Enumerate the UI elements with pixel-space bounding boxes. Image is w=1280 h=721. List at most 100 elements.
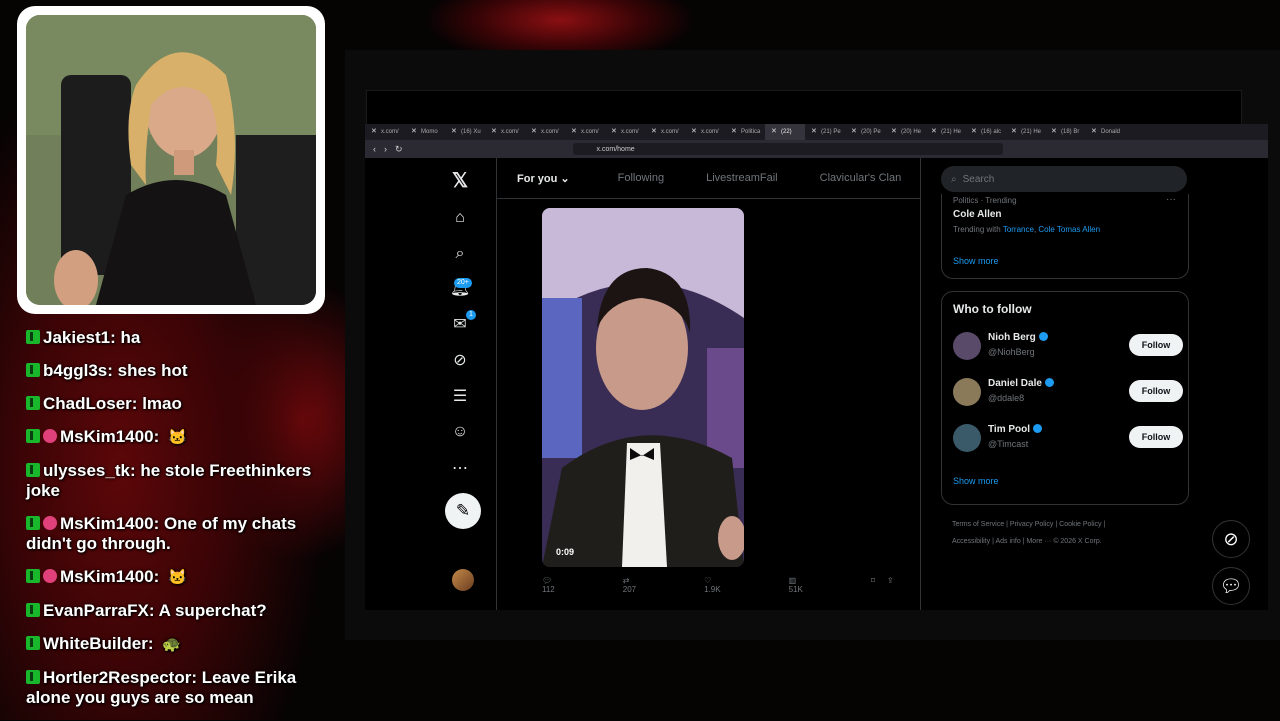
- chat-badge-icon: [26, 330, 40, 344]
- browser-tab[interactable]: ✕ Momo: [405, 124, 445, 140]
- reload-icon[interactable]: ↻: [395, 144, 403, 155]
- tab-favicon-icon: ✕: [451, 128, 457, 135]
- trend-category: Politics · Trending: [953, 196, 1017, 205]
- tab-title: Donald: [1101, 129, 1121, 135]
- follow-button[interactable]: Follow: [1129, 380, 1183, 402]
- tab-favicon-icon: ✕: [931, 128, 937, 135]
- x-app: 𝕏 ⌂ ⌕ 🔔︎ 20+ ✉ 1 ⊘ ☰ ☺ ⋯ ✎ For you ⌄ Fol…: [365, 158, 1268, 610]
- chat-badge-icon: [26, 636, 40, 650]
- account-avatar[interactable]: [452, 569, 474, 591]
- trend-name[interactable]: Cole Allen: [953, 209, 1002, 220]
- browser-tab[interactable]: ✕ (20) Pe: [845, 124, 885, 140]
- tab-title: (18) Br: [1061, 129, 1080, 135]
- browser-tab[interactable]: ✕ (21) Pe: [805, 124, 845, 140]
- views-button[interactable]: ▥ 51K: [789, 576, 837, 594]
- grok-float-button[interactable]: ⊘: [1212, 520, 1250, 558]
- follow-show-more[interactable]: Show more: [953, 476, 999, 486]
- tab-for-you[interactable]: For you ⌄: [517, 172, 570, 185]
- browser-tab[interactable]: ✕ (22): [765, 124, 805, 140]
- user-name-text: Tim Pool: [988, 424, 1031, 435]
- x-logo-icon[interactable]: 𝕏: [448, 168, 472, 192]
- footer-more[interactable]: More ···: [1026, 538, 1051, 545]
- trend-with-label: Trending with: [953, 225, 1001, 234]
- browser-tab[interactable]: ✕ x.com/: [685, 124, 725, 140]
- more-icon[interactable]: ⋯: [448, 456, 472, 480]
- footer-ads[interactable]: Ads info: [995, 538, 1020, 545]
- footer-terms[interactable]: Terms of Service: [952, 521, 1004, 528]
- forward-icon[interactable]: ›: [384, 144, 387, 154]
- tab-following[interactable]: Following: [618, 172, 664, 184]
- like-button[interactable]: ♡ 1.9K: [704, 576, 754, 594]
- tab-favicon-icon: ✕: [851, 128, 857, 135]
- who-to-follow-title: Who to follow: [953, 302, 1032, 316]
- grok-icon[interactable]: ⊘: [448, 348, 472, 372]
- user-avatar[interactable]: [953, 332, 981, 360]
- trend-with-link-1[interactable]: Torrance: [1003, 225, 1034, 234]
- home-icon[interactable]: ⌂: [448, 206, 472, 230]
- bookmark-icon[interactable]: ⌑: [871, 576, 875, 594]
- follow-suggestion[interactable]: Nioh Berg @NiohBerg Follow: [953, 330, 1183, 366]
- follow-button[interactable]: Follow: [1129, 426, 1183, 448]
- profile-icon[interactable]: ☺: [448, 420, 472, 444]
- share-icon[interactable]: ⇪: [887, 576, 894, 594]
- trend-with-link-2[interactable]: Cole Tomas Allen: [1038, 225, 1100, 234]
- right-sidebar: ⌕ Search Politics · Trending ··· Cole Al…: [941, 158, 1191, 610]
- tab-livestreamfail[interactable]: LivestreamFail: [706, 172, 778, 184]
- browser-tab[interactable]: ✕ x.com/: [645, 124, 685, 140]
- browser-tab[interactable]: ✕ x.com/: [485, 124, 525, 140]
- messages-float-button[interactable]: 💬︎: [1212, 567, 1250, 605]
- lists-icon[interactable]: ☰: [448, 384, 472, 408]
- chat-username: MsKim1400: [60, 567, 154, 586]
- tab-title: (21) Pe: [821, 129, 841, 135]
- user-avatar[interactable]: [953, 424, 981, 452]
- follow-suggestion[interactable]: Tim Pool @Timcast Follow: [953, 422, 1183, 458]
- footer-cookie[interactable]: Cookie Policy: [1059, 521, 1101, 528]
- user-name[interactable]: Daniel Dale: [988, 378, 1054, 389]
- user-name[interactable]: Tim Pool: [988, 424, 1043, 435]
- browser-tab[interactable]: ✕ (16) Xu: [445, 124, 485, 140]
- browser-tab[interactable]: ✕ x.com/: [605, 124, 645, 140]
- compose-post-button[interactable]: ✎: [445, 493, 481, 529]
- browser-tab[interactable]: ✕ (21) He: [1005, 124, 1045, 140]
- footer-accessibility[interactable]: Accessibility: [952, 538, 990, 545]
- subscriber-icon: [43, 569, 57, 583]
- tab-title: (16) Xu: [461, 129, 481, 135]
- tab-title: x.com/: [621, 129, 639, 135]
- follow-suggestion[interactable]: Daniel Dale @ddale8 Follow: [953, 376, 1183, 412]
- tab-favicon-icon: ✕: [1051, 128, 1057, 135]
- browser-tab[interactable]: ✕ x.com/: [365, 124, 405, 140]
- footer-privacy[interactable]: Privacy Policy: [1010, 521, 1054, 528]
- chat-bubble-icon: 💬︎: [1219, 575, 1243, 596]
- browser-tab[interactable]: ✕ x.com/: [565, 124, 605, 140]
- tab-clavicular[interactable]: Clavicular's Clan: [820, 172, 902, 184]
- browser-tab[interactable]: ✕ x.com/: [525, 124, 565, 140]
- browser-tab[interactable]: ✕ (20) He: [885, 124, 925, 140]
- url-bar[interactable]: x.com/home: [572, 143, 1003, 155]
- back-icon[interactable]: ‹: [373, 144, 376, 154]
- user-name[interactable]: Nioh Berg: [988, 332, 1048, 343]
- reply-count: 112: [542, 585, 555, 594]
- chat-username: b4ggl3s: [43, 361, 108, 380]
- chat-badge-icon: [26, 516, 40, 530]
- chat-message: Jakiest1: ha: [26, 328, 336, 348]
- views-count: 51K: [788, 585, 803, 594]
- search-input[interactable]: ⌕ Search: [941, 166, 1187, 192]
- repost-button[interactable]: ⇄ 207: [623, 576, 670, 594]
- trend-more-icon[interactable]: ···: [1166, 194, 1176, 205]
- browser-tab[interactable]: ✕ Politica: [725, 124, 765, 140]
- chat-badge-icon: [26, 670, 40, 684]
- who-to-follow-card: Who to follow Nioh Berg @NiohBerg Follow Da…: [941, 291, 1189, 505]
- post-video[interactable]: 0:09: [542, 208, 744, 567]
- reply-button[interactable]: 💬︎ 112: [542, 576, 589, 594]
- tab-title: (21) He: [1021, 129, 1042, 135]
- browser-tab[interactable]: ✕ Donald: [1085, 124, 1125, 140]
- user-name-text: Nioh Berg: [988, 332, 1036, 343]
- browser-tab[interactable]: ✕ (21) He: [925, 124, 965, 140]
- trend-show-more[interactable]: Show more: [953, 256, 999, 266]
- search-icon[interactable]: ⌕: [448, 242, 472, 266]
- user-avatar[interactable]: [953, 378, 981, 406]
- browser-tab[interactable]: ✕ (18) Br: [1045, 124, 1085, 140]
- browser-tab[interactable]: ✕ (16) alc: [965, 124, 1005, 140]
- messages-badge: 1: [466, 310, 476, 320]
- follow-button[interactable]: Follow: [1129, 334, 1183, 356]
